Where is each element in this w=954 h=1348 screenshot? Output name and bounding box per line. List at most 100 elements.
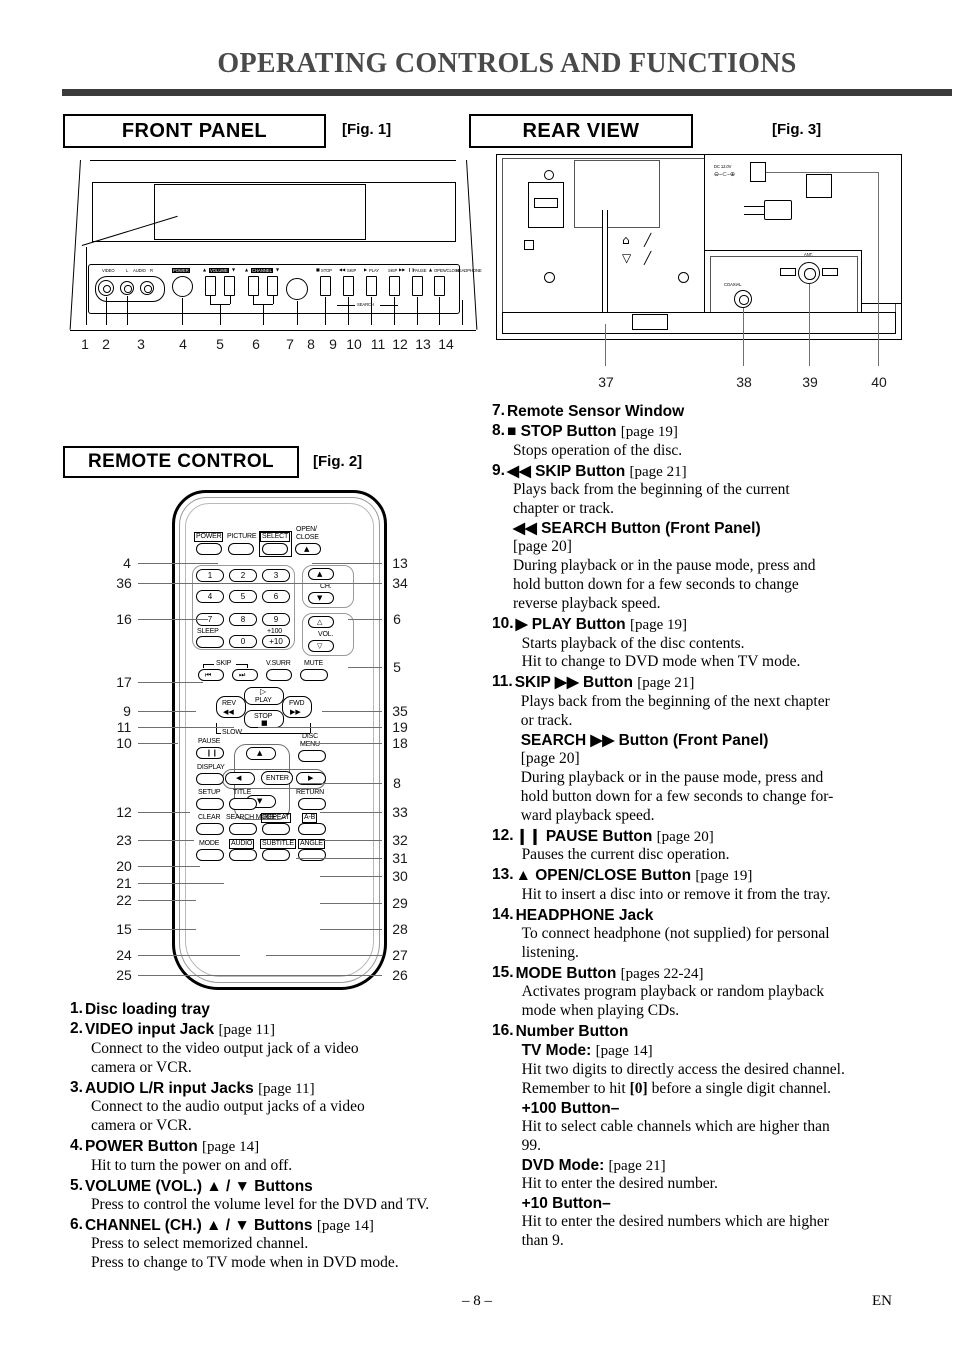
- remote-label-display: DISPLAY: [197, 764, 225, 771]
- list-item-title: CHANNEL (CH.) ▲ / ▼ Buttons [page 14]: [84, 1216, 374, 1234]
- list-item-description: camera or VCR.: [90, 1117, 192, 1135]
- remote-callout-right-13: 13: [392, 555, 408, 571]
- remote-key-picture[interactable]: [228, 543, 254, 555]
- front-panel-diagram: VIDEO L AUDIO R POWER ▲ VOLUME ▼ ▲ CHANN…: [62, 152, 482, 352]
- remote-key-title[interactable]: [229, 798, 257, 810]
- remote-key-3[interactable]: 3: [262, 569, 290, 582]
- remote-key-8[interactable]: 8: [229, 613, 257, 626]
- remote-callout-left-17: 17: [116, 674, 132, 690]
- remote-key-setup[interactable]: [196, 798, 224, 810]
- front-label-pause: PAUSE: [413, 268, 427, 273]
- list-item: 11. SKIP ▶▶ Button [page 21] Plays back fr…: [492, 673, 892, 825]
- remote-key-subtitle[interactable]: [262, 849, 290, 861]
- front-callout-3: 3: [137, 336, 145, 352]
- remote-callout-right-5: 5: [393, 659, 401, 675]
- list-item-description: mode when playing CDs.: [521, 1002, 680, 1020]
- remote-key-disc-menu[interactable]: [298, 750, 326, 762]
- remote-key-clear[interactable]: [196, 823, 224, 835]
- list-item-description: hold button down for a few seconds to ch…: [512, 576, 799, 594]
- page-reference: [page 19]: [620, 424, 678, 441]
- remote-label-mute: MUTE: [304, 660, 324, 667]
- list-item-subtitle: DVD Mode: [page 21]: [521, 1156, 666, 1174]
- remote-key-audio[interactable]: [229, 849, 257, 861]
- remote-sensor-window: [286, 278, 308, 300]
- remote-callout-right-28: 28: [392, 921, 408, 937]
- list-item-number: 1.: [70, 1000, 83, 1017]
- power-button[interactable]: [172, 276, 193, 297]
- list-item-title: ◀◀ SKIP Button [page 21]: [506, 462, 687, 480]
- remote-key-2[interactable]: 2: [229, 569, 257, 582]
- remote-key-0[interactable]: 0: [229, 635, 257, 648]
- remote-key-power[interactable]: [196, 543, 222, 555]
- remote-key-1[interactable]: 1: [196, 569, 224, 582]
- list-item-number: 7.: [492, 402, 505, 419]
- remote-key-return[interactable]: [298, 798, 326, 810]
- remote-label-open-close-2: CLOSE: [296, 534, 319, 541]
- skip-previous-button[interactable]: [343, 276, 354, 296]
- remote-callout-left-11: 11: [116, 719, 132, 735]
- play-button[interactable]: [366, 276, 377, 296]
- front-label-skip-next: SKIP: [388, 268, 398, 273]
- language-code: EN: [872, 1293, 892, 1309]
- list-item-description: Pauses the current disc operation.: [521, 846, 730, 864]
- list-item-number: 8.: [492, 422, 505, 440]
- remote-key-display[interactable]: [196, 773, 224, 785]
- list-item: 2. VIDEO input Jack [page 11] Connect to t…: [70, 1020, 470, 1077]
- front-label-audio-l: L: [126, 268, 129, 273]
- list-item-number: 4.: [70, 1137, 83, 1155]
- list-item-number: 16.: [492, 1022, 514, 1040]
- remote-key-5[interactable]: 5: [229, 590, 257, 603]
- list-item-body: ▶ PLAY Button [page 19] Starts playback o…: [516, 615, 892, 672]
- description-list-right: 7. Remote Sensor Window 8. ■ STOP Button [p…: [492, 402, 892, 1252]
- list-item: 7. Remote Sensor Window: [492, 402, 892, 421]
- list-item: 4. POWER Button [page 14] Hit to turn the …: [70, 1137, 470, 1176]
- list-item-body: MODE Button [pages 22-24] Activates progr…: [516, 964, 892, 1021]
- list-item-title: AUDIO L/R input Jacks [page 11]: [84, 1079, 315, 1097]
- open-close-button[interactable]: [434, 276, 445, 296]
- list-item-title: SKIP ▶▶ Button [page 21]: [514, 674, 695, 692]
- list-item-title: ▲ OPEN/CLOSE Button [page 19]: [515, 867, 753, 885]
- list-item-description: Starts playback of the disc contents.: [521, 634, 745, 652]
- list-item-description: Hit two digits to directly access the de…: [521, 1060, 845, 1078]
- stop-button[interactable]: [320, 276, 331, 296]
- remote-key-ab[interactable]: [298, 823, 326, 835]
- remote-key-6[interactable]: 6: [262, 590, 290, 603]
- volume-down-button[interactable]: [224, 276, 235, 296]
- rear-view-fig-tag: [Fig. 3]: [772, 121, 822, 138]
- list-item-description: To connect headphone (not supplied) for …: [521, 924, 830, 942]
- remote-callout-right-18: 18: [392, 735, 408, 751]
- remote-callout-left-22: 22: [116, 892, 132, 908]
- remote-key-search-mode[interactable]: [229, 823, 257, 835]
- remote-key-plus10[interactable]: +10: [262, 635, 290, 648]
- list-item-title: POWER Button [page 14]: [84, 1138, 260, 1156]
- remote-callout-left-21: 21: [116, 875, 132, 891]
- channel-up-button[interactable]: [248, 276, 259, 296]
- remote-key-4[interactable]: 4: [196, 590, 224, 603]
- list-item-title: ❙❙ PAUSE Button [page 20]: [515, 827, 714, 845]
- list-item-description: than 9.: [521, 1232, 564, 1250]
- remote-key-mode[interactable]: [196, 849, 224, 861]
- remote-label-skip: SKIP: [216, 660, 232, 667]
- list-item-title: Disc loading tray: [84, 1001, 210, 1018]
- page-reference: [page 14]: [595, 1043, 653, 1060]
- channel-down-button[interactable]: [267, 276, 278, 296]
- remote-callout-left-20: 20: [116, 858, 132, 874]
- remote-control-label: REMOTE CONTROL: [87, 451, 275, 472]
- pause-button[interactable]: [412, 276, 423, 296]
- list-item-number: 2.: [70, 1020, 83, 1038]
- list-item-subtitle: TV Mode: [page 14]: [521, 1042, 653, 1060]
- select-highlight-box: [259, 531, 292, 557]
- remote-key-9[interactable]: 9: [262, 613, 290, 626]
- remote-key-mute[interactable]: [300, 669, 328, 681]
- remote-callout-right-31: 31: [392, 850, 408, 866]
- remote-key-vsurr[interactable]: [266, 669, 292, 681]
- remote-key-repeat[interactable]: [262, 823, 290, 835]
- list-item-body: SKIP ▶▶ Button [page 21] Plays back from …: [515, 673, 892, 825]
- remote-label-title: TITLE: [233, 789, 252, 796]
- skip-next-button[interactable]: [389, 276, 400, 296]
- section-heading-front-panel: FRONT PANEL: [63, 114, 326, 148]
- page-reference: [pages 22-24]: [620, 965, 704, 982]
- remote-key-sleep[interactable]: [196, 636, 224, 648]
- list-item-body: ◀◀ SKIP Button [page 21] Plays back from …: [507, 462, 892, 614]
- volume-up-button[interactable]: [205, 276, 216, 296]
